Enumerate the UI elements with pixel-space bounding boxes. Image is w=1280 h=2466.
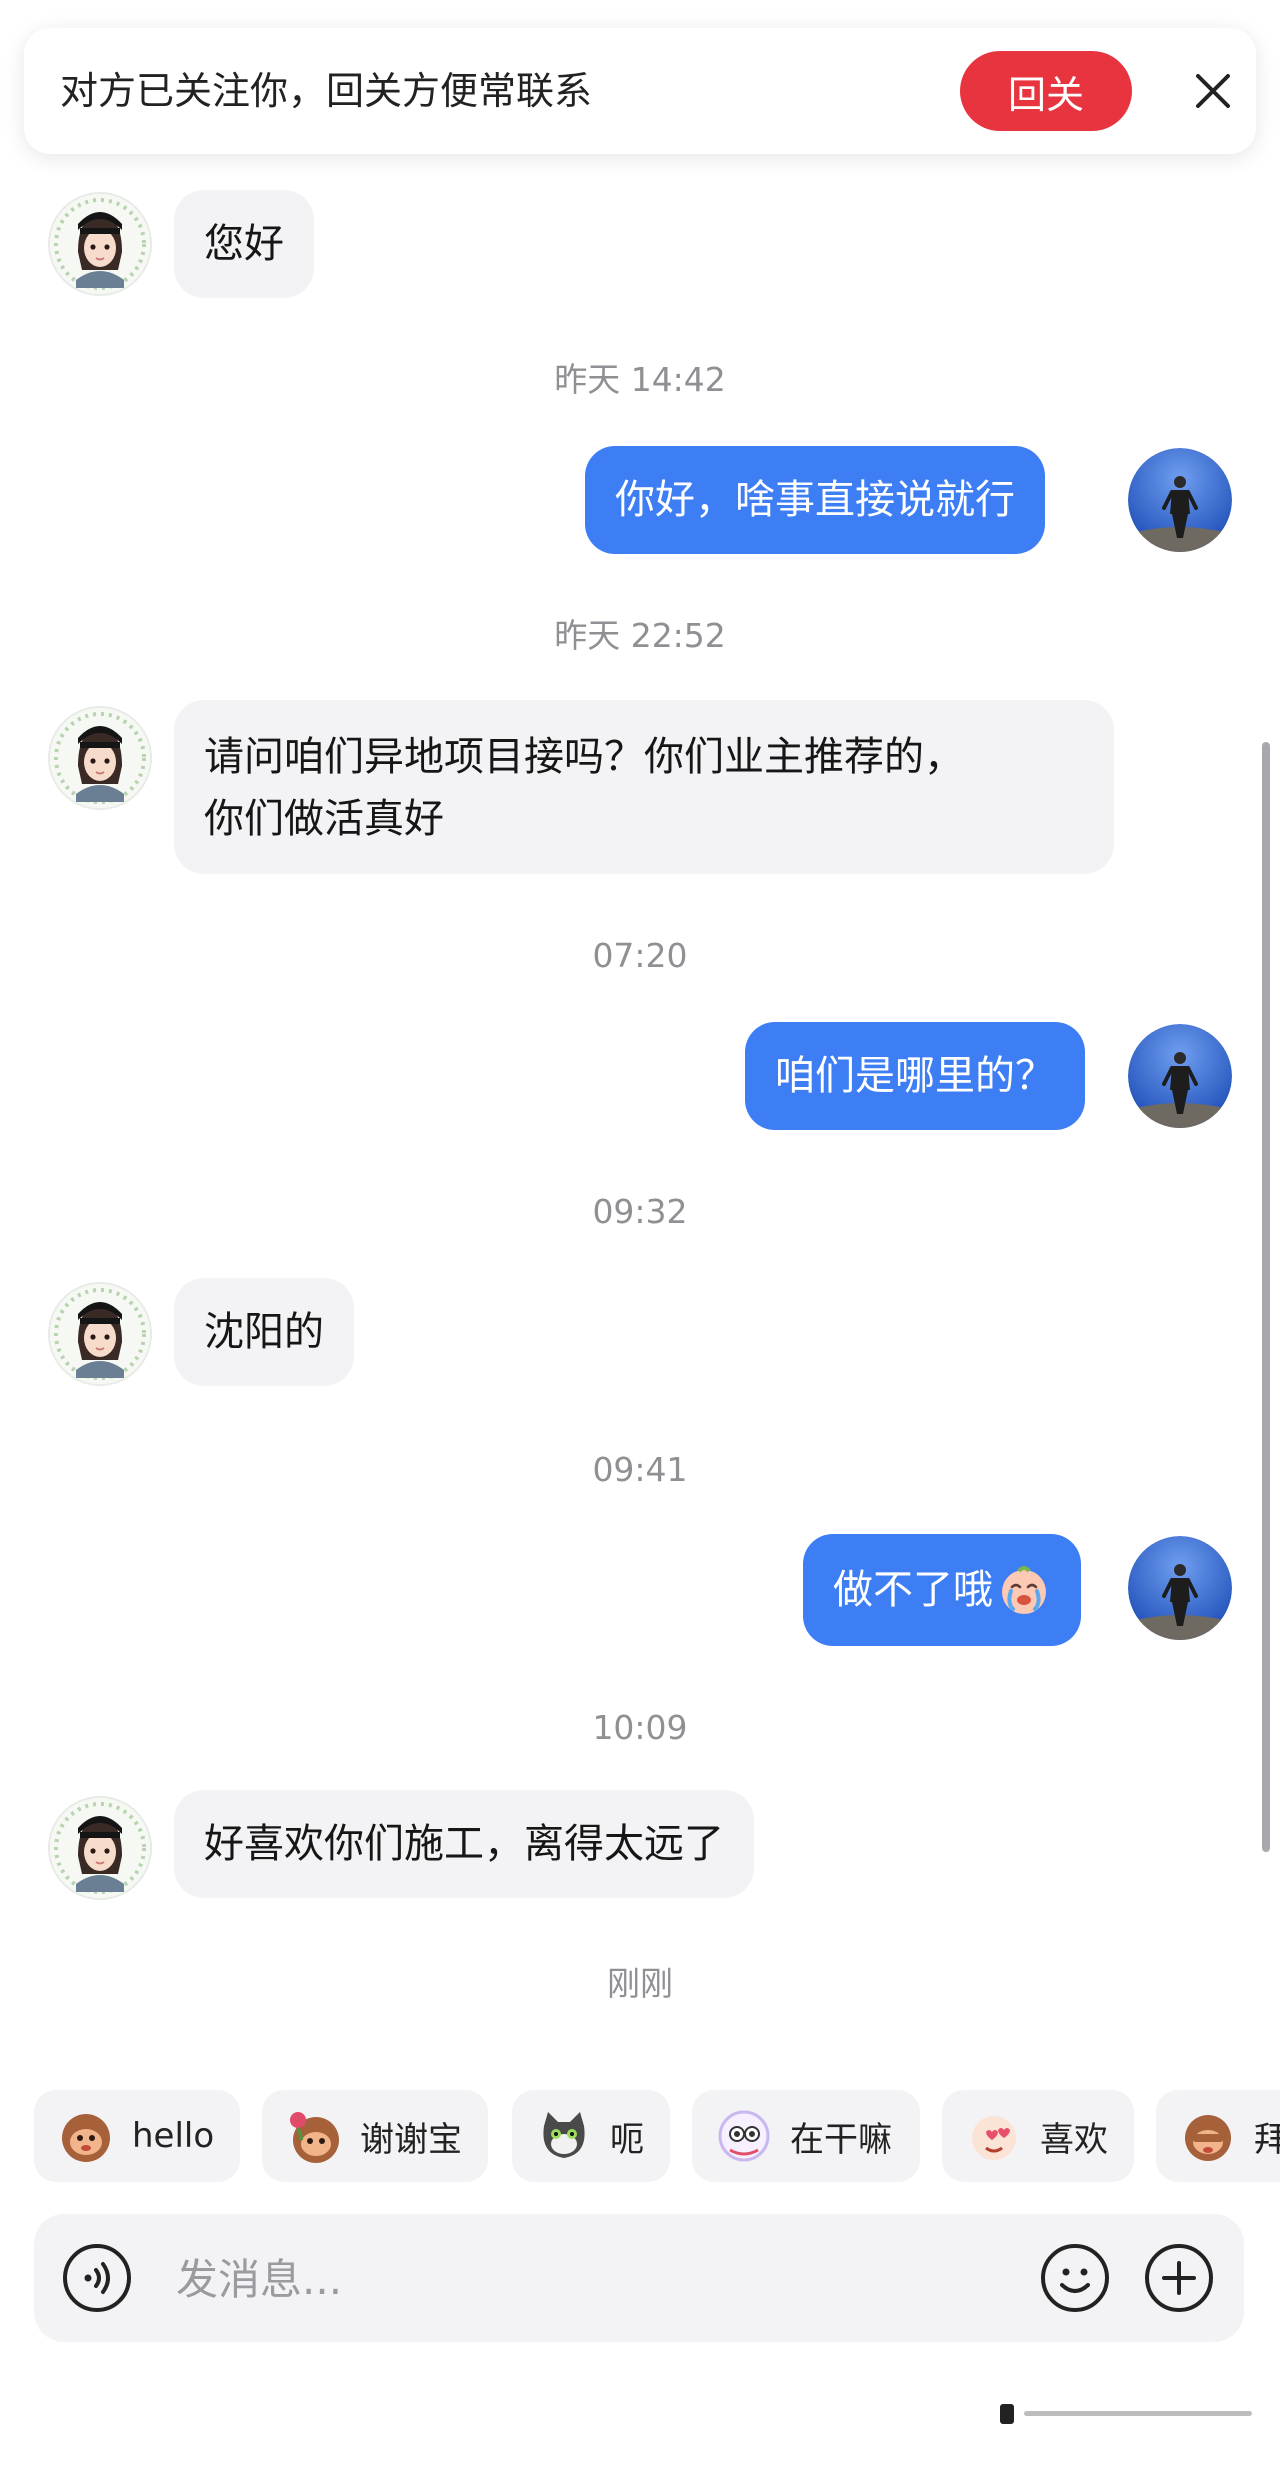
- message-text: 咱们是哪里的？: [775, 1053, 1055, 1099]
- contact-avatar[interactable]: [48, 192, 152, 296]
- message-text-line: 请问咱们异地项目接吗？你们业主推荐的，: [204, 734, 964, 780]
- contact-avatar-image: [48, 192, 152, 296]
- contact-avatar[interactable]: [48, 1282, 152, 1386]
- message-text: 你好，啥事直接说就行: [615, 477, 1015, 523]
- message-bubble-outgoing[interactable]: 咱们是哪里的？: [745, 1022, 1085, 1130]
- monkey-bye-icon: [1185, 2115, 1231, 2161]
- message-bubble-outgoing[interactable]: 你好，啥事直接说就行: [585, 446, 1045, 554]
- contact-avatar-image: [48, 1282, 152, 1386]
- sticker-chip-what-doing[interactable]: 在干嘛: [692, 2090, 920, 2182]
- message-timestamp: 10:09: [592, 1708, 688, 1747]
- crying-face-emoji-icon: [1002, 1566, 1046, 1614]
- sticker-label: 呃: [610, 2119, 644, 2160]
- chat-scrollbar[interactable]: [1262, 742, 1270, 1852]
- follow-back-button[interactable]: 回关: [960, 51, 1132, 131]
- contact-avatar-image: [48, 706, 152, 810]
- sticker-label: 拜: [1254, 2119, 1280, 2160]
- sticker-label: 在干嘛: [790, 2119, 892, 2160]
- user-avatar-image: [1128, 448, 1232, 552]
- message-input-bar: [34, 2214, 1244, 2342]
- close-icon[interactable]: [1192, 70, 1234, 112]
- sticker-label: 谢谢宝: [360, 2119, 462, 2160]
- user-avatar-image: [1128, 1536, 1232, 1640]
- follow-banner-text: 对方已关注你，回关方便常联系: [60, 69, 593, 113]
- home-indicator: [1000, 2404, 1252, 2424]
- message-text: 您好: [204, 221, 284, 267]
- user-avatar[interactable]: [1128, 1536, 1232, 1640]
- message-bubble-incoming[interactable]: 您好: [174, 190, 314, 298]
- message-text: 沈阳的: [204, 1309, 324, 1355]
- message-bubble-incoming[interactable]: 好喜欢你们施工，离得太远了: [174, 1790, 754, 1898]
- message-timestamp: 09:32: [592, 1192, 688, 1231]
- message-text-line: 你们做活真好: [204, 796, 444, 842]
- voice-input-icon[interactable]: [62, 2243, 132, 2313]
- sticker-label: 喜欢: [1040, 2119, 1108, 2160]
- user-avatar-image: [1128, 1024, 1232, 1128]
- sticker-chip-thanks[interactable]: 谢谢宝: [262, 2090, 488, 2182]
- follow-banner: 对方已关注你，回关方便常联系 回关: [24, 28, 1256, 154]
- message-text: 做不了哦: [833, 1567, 993, 1613]
- contact-avatar[interactable]: [48, 706, 152, 810]
- message-timestamp: 昨天 14:42: [554, 360, 726, 399]
- message-timestamp: 07:20: [592, 936, 688, 975]
- message-bubble-incoming[interactable]: 请问咱们异地项目接吗？你们业主推荐的， 你们做活真好: [174, 700, 1114, 874]
- contact-avatar[interactable]: [48, 1796, 152, 1900]
- monkey-hello-icon: [62, 2114, 110, 2162]
- emoji-icon[interactable]: [1040, 2243, 1110, 2313]
- monkey-flower-icon: [290, 2112, 339, 2163]
- message-timestamp: 昨天 22:52: [554, 616, 726, 655]
- contact-avatar-image: [48, 1796, 152, 1900]
- cat-icon: [543, 2112, 585, 2158]
- sticker-chip-bye[interactable]: 拜: [1156, 2090, 1280, 2182]
- sticker-suggestions: hello 谢谢宝 呃 在干嘛 喜欢 拜: [0, 2090, 1280, 2186]
- user-avatar[interactable]: [1128, 1024, 1232, 1128]
- add-more-icon[interactable]: [1144, 2243, 1214, 2313]
- sticker-chip-uh[interactable]: 呃: [512, 2090, 670, 2182]
- sticker-chip-like[interactable]: 喜欢: [942, 2090, 1134, 2182]
- message-bubble-incoming[interactable]: 沈阳的: [174, 1278, 354, 1386]
- message-text: 好喜欢你们施工，离得太远了: [204, 1821, 724, 1867]
- message-timestamp: 刚刚: [607, 1964, 673, 2003]
- sticker-chip-hello[interactable]: hello: [34, 2090, 240, 2182]
- peek-face-icon: [718, 2110, 770, 2162]
- message-bubble-outgoing[interactable]: 做不了哦: [803, 1534, 1081, 1646]
- message-timestamp: 09:41: [592, 1450, 688, 1489]
- user-avatar[interactable]: [1128, 448, 1232, 552]
- sticker-label: hello: [132, 2116, 215, 2156]
- heart-face-icon: [972, 2116, 1016, 2160]
- message-input[interactable]: [174, 2248, 1038, 2310]
